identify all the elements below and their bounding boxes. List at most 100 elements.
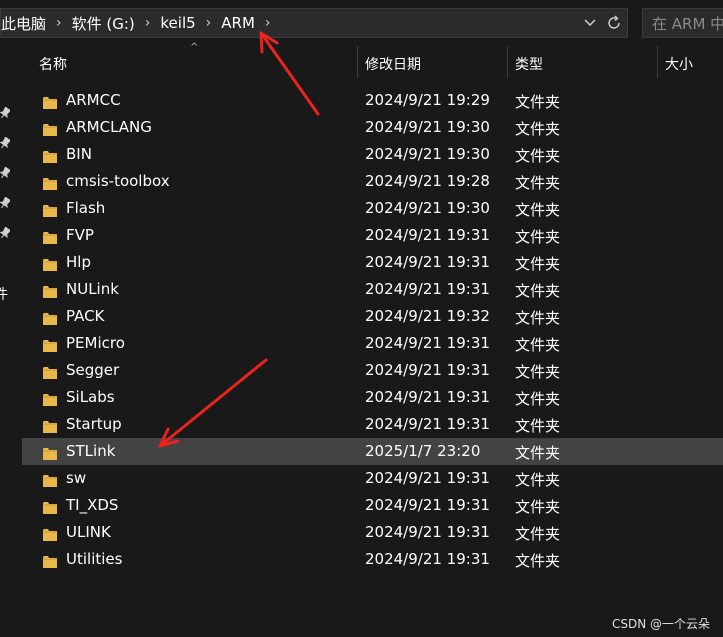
file-name: STLink xyxy=(66,442,116,460)
column-divider[interactable] xyxy=(357,46,358,78)
chevron-right-icon[interactable]: › xyxy=(206,15,212,31)
sidebar-item-label[interactable]: 件 xyxy=(0,284,8,304)
refresh-icon[interactable] xyxy=(605,14,623,32)
file-name: PEMicro xyxy=(66,334,125,352)
folder-icon xyxy=(43,283,57,298)
file-date: 2024/9/21 19:31 xyxy=(365,280,490,298)
file-type: 文件夹 xyxy=(515,282,561,300)
file-type: 文件夹 xyxy=(515,255,561,273)
file-name: NULink xyxy=(66,280,119,298)
breadcrumb-keil5[interactable]: keil5 xyxy=(160,14,195,32)
column-header-date[interactable]: 修改日期 xyxy=(365,54,421,74)
pin-icon[interactable] xyxy=(0,104,12,119)
folder-icon xyxy=(43,148,57,163)
column-header-type[interactable]: 类型 xyxy=(515,54,543,74)
file-date: 2025/1/7 23:20 xyxy=(365,442,481,460)
file-date: 2024/9/21 19:30 xyxy=(365,145,490,163)
breadcrumb-this-pc[interactable]: 此电脑 xyxy=(1,13,46,34)
folder-icon xyxy=(43,418,57,433)
file-row-stlink[interactable]: STLink 2025/1/7 23:20 文件夹 xyxy=(22,438,723,465)
file-date: 2024/9/21 19:29 xyxy=(365,91,490,109)
file-row-startup[interactable]: Startup 2024/9/21 19:31 文件夹 xyxy=(22,411,723,438)
folder-icon xyxy=(43,175,57,190)
file-type: 文件夹 xyxy=(515,228,561,246)
folder-icon xyxy=(43,229,57,244)
folder-icon xyxy=(43,553,57,568)
chevron-right-icon[interactable]: › xyxy=(145,15,151,31)
file-type: 文件夹 xyxy=(515,471,561,489)
pin-icon[interactable] xyxy=(0,224,12,239)
file-type: 文件夹 xyxy=(515,525,561,543)
file-type: 文件夹 xyxy=(515,93,561,111)
file-name: cmsis-toolbox xyxy=(66,172,170,190)
folder-icon xyxy=(43,121,57,136)
folder-icon xyxy=(43,337,57,352)
breadcrumb-arm[interactable]: ARM xyxy=(221,14,255,32)
file-name: ARMCC xyxy=(66,91,121,109)
column-divider[interactable] xyxy=(507,46,508,78)
folder-icon xyxy=(43,391,57,406)
watermark: CSDN @一个云朵 xyxy=(612,617,711,631)
file-type: 文件夹 xyxy=(515,309,561,327)
file-row-segger[interactable]: Segger 2024/9/21 19:31 文件夹 xyxy=(22,357,723,384)
folder-icon xyxy=(43,445,57,460)
file-date: 2024/9/21 19:31 xyxy=(365,388,490,406)
folder-icon xyxy=(43,472,57,487)
folder-icon xyxy=(43,526,57,541)
chevron-right-icon[interactable]: › xyxy=(265,15,271,31)
file-row-silabs[interactable]: SiLabs 2024/9/21 19:31 文件夹 xyxy=(22,384,723,411)
file-name: FVP xyxy=(66,226,94,244)
file-date: 2024/9/21 19:31 xyxy=(365,415,490,433)
file-row-pack[interactable]: PACK 2024/9/21 19:32 文件夹 xyxy=(22,303,723,330)
file-name: Hlp xyxy=(66,253,91,271)
file-date: 2024/9/21 19:31 xyxy=(365,469,490,487)
file-row-ti_xds[interactable]: TI_XDS 2024/9/21 19:31 文件夹 xyxy=(22,492,723,519)
folder-icon xyxy=(43,256,57,271)
pin-icon[interactable] xyxy=(0,164,12,179)
file-row-utilities[interactable]: Utilities 2024/9/21 19:31 文件夹 xyxy=(22,546,723,573)
file-row-cmsis-toolbox[interactable]: cmsis-toolbox 2024/9/21 19:28 文件夹 xyxy=(22,168,723,195)
file-row-pemicro[interactable]: PEMicro 2024/9/21 19:31 文件夹 xyxy=(22,330,723,357)
file-date: 2024/9/21 19:31 xyxy=(365,253,490,271)
file-type: 文件夹 xyxy=(515,336,561,354)
file-type: 文件夹 xyxy=(515,444,561,462)
file-date: 2024/9/21 19:31 xyxy=(365,334,490,352)
file-type: 文件夹 xyxy=(515,174,561,192)
column-header-size[interactable]: 大小 xyxy=(665,54,693,74)
file-row-sw[interactable]: sw 2024/9/21 19:31 文件夹 xyxy=(22,465,723,492)
file-name: Flash xyxy=(66,199,106,217)
column-header-name[interactable]: 名称 xyxy=(39,54,67,74)
file-row-hlp[interactable]: Hlp 2024/9/21 19:31 文件夹 xyxy=(22,249,723,276)
chevron-right-icon[interactable]: › xyxy=(56,15,62,31)
file-row-ulink[interactable]: ULINK 2024/9/21 19:31 文件夹 xyxy=(22,519,723,546)
pin-icon[interactable] xyxy=(0,194,12,209)
file-row-flash[interactable]: Flash 2024/9/21 19:30 文件夹 xyxy=(22,195,723,222)
folder-icon xyxy=(43,499,57,514)
pin-icon[interactable] xyxy=(0,134,12,149)
sort-ascending-icon: ^ xyxy=(190,42,199,53)
file-name: BIN xyxy=(66,145,92,163)
navigation-pane: 件 xyxy=(0,44,22,637)
file-row-bin[interactable]: BIN 2024/9/21 19:30 文件夹 xyxy=(22,141,723,168)
folder-icon xyxy=(43,310,57,325)
file-type: 文件夹 xyxy=(515,201,561,219)
breadcrumb-drive-g[interactable]: 软件 (G:) xyxy=(72,13,135,34)
file-row-nulink[interactable]: NULink 2024/9/21 19:31 文件夹 xyxy=(22,276,723,303)
file-type: 文件夹 xyxy=(515,147,561,165)
file-row-armclang[interactable]: ARMCLANG 2024/9/21 19:30 文件夹 xyxy=(22,114,723,141)
column-header-row: ^ 名称 修改日期 类型 大小 xyxy=(22,42,723,80)
file-name: Utilities xyxy=(66,550,123,568)
file-name: PACK xyxy=(66,307,105,325)
file-row-fvp[interactable]: FVP 2024/9/21 19:31 文件夹 xyxy=(22,222,723,249)
file-row-armcc[interactable]: ARMCC 2024/9/21 19:29 文件夹 xyxy=(22,87,723,114)
file-name: ULINK xyxy=(66,523,111,541)
column-divider[interactable] xyxy=(657,46,658,78)
file-date: 2024/9/21 19:31 xyxy=(365,361,490,379)
chevron-down-icon[interactable] xyxy=(581,14,599,32)
address-bar[interactable]: 此电脑 › 软件 (G:) › keil5 › ARM › xyxy=(0,8,628,38)
file-type: 文件夹 xyxy=(515,552,561,570)
search-input[interactable]: 在 ARM 中 xyxy=(642,8,723,38)
file-name: SiLabs xyxy=(66,388,115,406)
file-type: 文件夹 xyxy=(515,417,561,435)
folder-icon xyxy=(43,94,57,109)
